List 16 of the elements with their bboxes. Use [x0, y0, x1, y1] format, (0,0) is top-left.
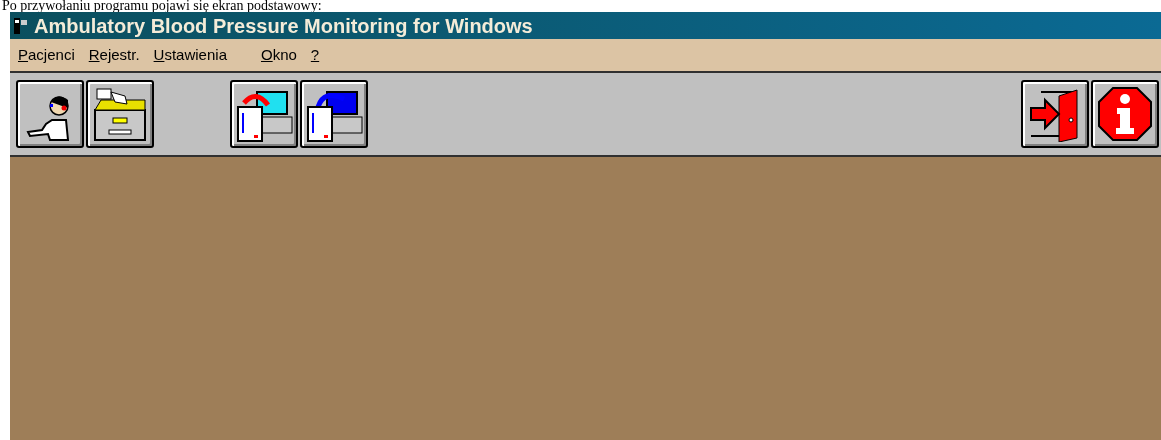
menu-item[interactable]: Pacjenci [18, 43, 75, 67]
toolbar-button[interactable] [1021, 80, 1089, 148]
caption-text: Po przywołaniu programu pojawi się ekran podstawowy: [1, 0, 323, 12]
info-icon [1097, 86, 1153, 142]
toolbar-button[interactable] [16, 80, 84, 148]
menu-item[interactable]: Ustawienia [153, 43, 227, 67]
toolbar-button[interactable] [300, 80, 368, 148]
toolbar-button[interactable] [230, 80, 298, 148]
toolbar-button[interactable] [86, 80, 154, 148]
menu-item[interactable]: ? [310, 43, 320, 67]
toolbar-button[interactable] [1091, 80, 1159, 148]
menu-item[interactable]: Rejestr. [88, 43, 140, 67]
app-icon [14, 17, 28, 34]
menu-item[interactable]: Okno [261, 43, 297, 67]
window-title: Ambulatory Blood Pressure Monitoring for Windows [34, 15, 533, 36]
filing-cabinet-icon [91, 86, 149, 142]
